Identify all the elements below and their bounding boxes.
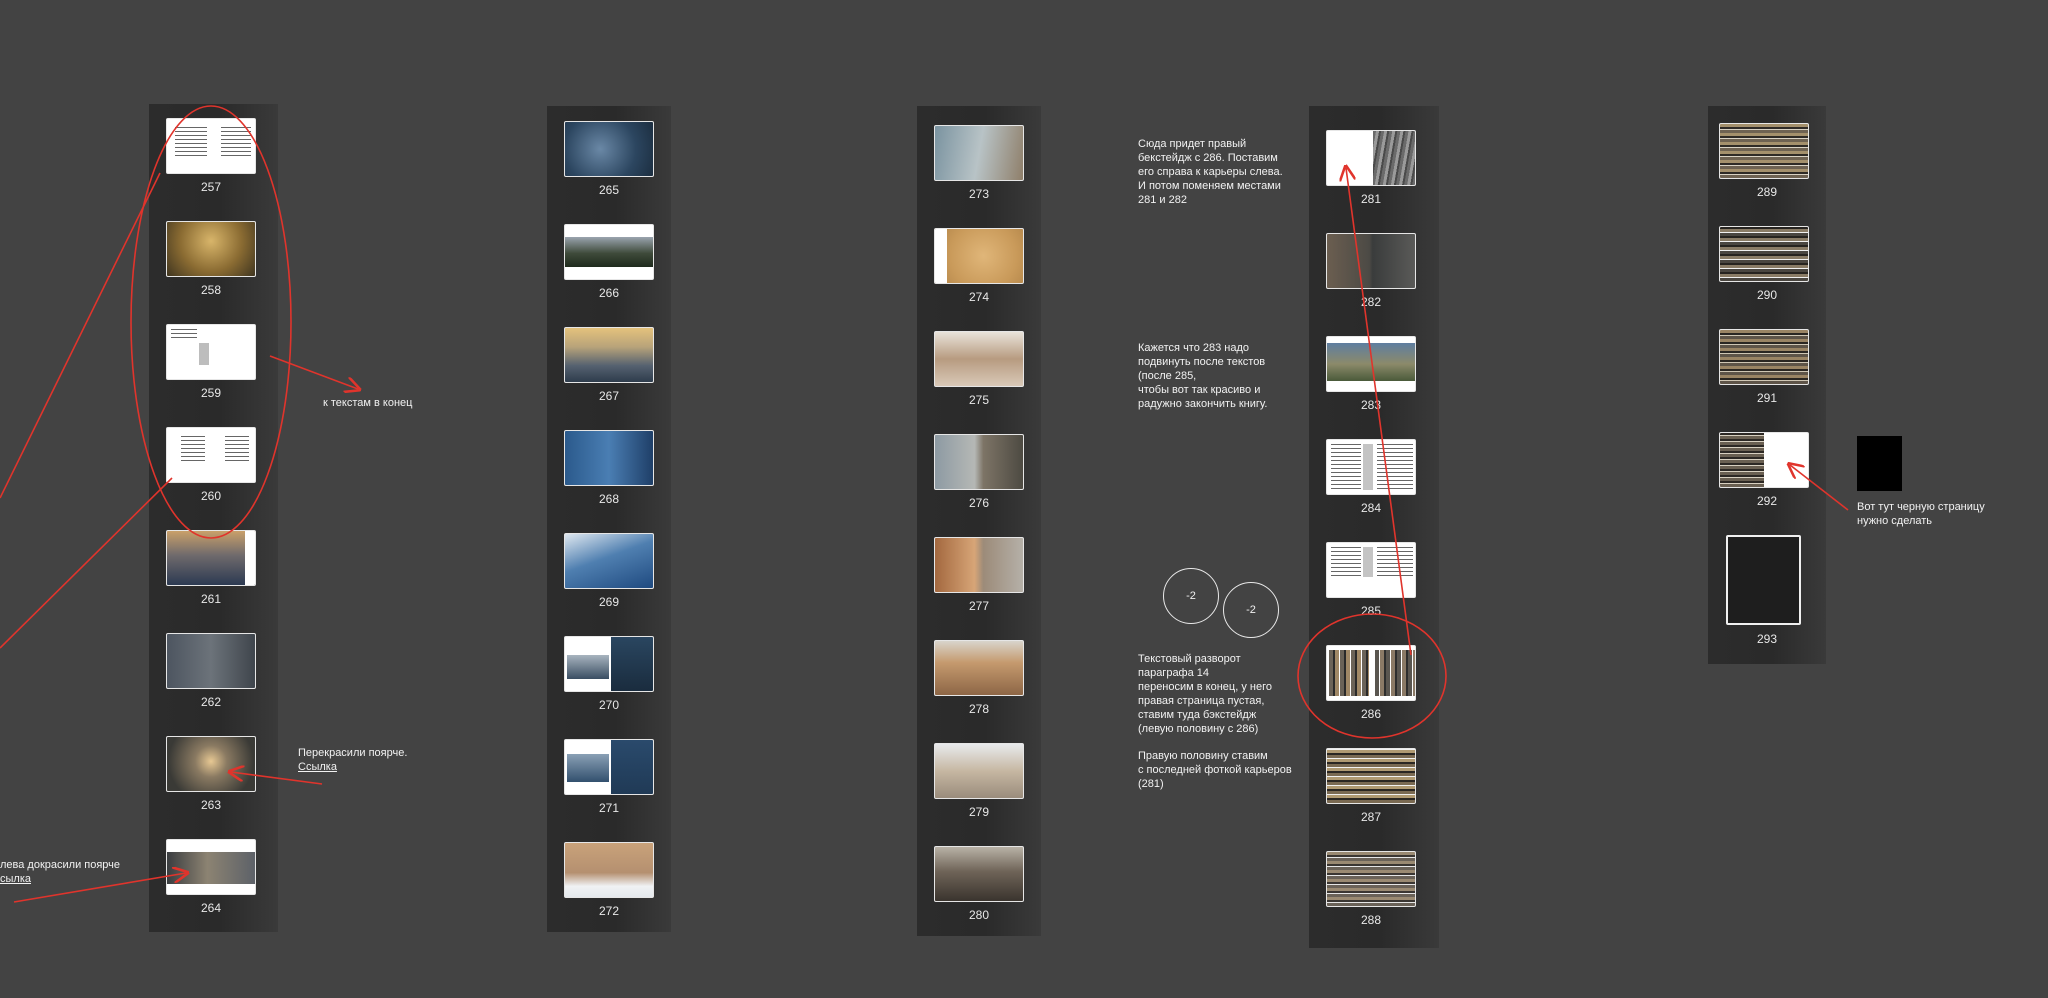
thumb-261 — [166, 530, 256, 586]
thumb-277 — [934, 537, 1024, 593]
link-left-recolored[interactable]: сылка — [0, 872, 31, 886]
note-backstage: Сюда придет правый бекстейдж с 286. Пост… — [1138, 138, 1283, 206]
thumb-293 — [1726, 535, 1801, 625]
page-number: 259 — [200, 386, 222, 400]
thumb-291 — [1719, 329, 1809, 385]
black-page-sample — [1857, 436, 1902, 491]
page-number: 258 — [200, 283, 222, 297]
thumb-275 — [934, 331, 1024, 387]
page-number: 271 — [598, 801, 620, 815]
counter-circle-a: -2 — [1163, 568, 1219, 624]
note-left-recolored: лева докрасили поярче — [0, 859, 121, 871]
note-to-end: к текстам в конец — [323, 397, 413, 409]
thumb-284 — [1326, 439, 1416, 495]
thumb-263 — [166, 736, 256, 792]
page-number: 277 — [968, 599, 990, 613]
thumb-270 — [564, 636, 654, 692]
thumb-269 — [564, 533, 654, 589]
thumb-265 — [564, 121, 654, 177]
page-number: 278 — [968, 702, 990, 716]
page-number: 266 — [598, 286, 620, 300]
page-number: 260 — [200, 489, 222, 503]
page-number: 282 — [1360, 295, 1382, 309]
page-number: 288 — [1360, 913, 1382, 927]
page-number: 257 — [200, 180, 222, 194]
page-number: 293 — [1756, 632, 1778, 646]
page-number: 265 — [598, 183, 620, 197]
page-number: 263 — [200, 798, 222, 812]
thumb-281 — [1326, 130, 1416, 186]
page-number: 267 — [598, 389, 620, 403]
page-number: 274 — [968, 290, 990, 304]
page-number: 268 — [598, 492, 620, 506]
page-column-2: 265 266 267 268 269 270 271 272 — [547, 106, 671, 932]
thumb-273 — [934, 125, 1024, 181]
thumb-279 — [934, 743, 1024, 799]
thumb-292 — [1719, 432, 1809, 488]
note-move-283: Кажется что 283 надо подвинуть после тек… — [1138, 342, 1268, 410]
thumb-272 — [564, 842, 654, 898]
note-black-page: Вот тут черную страницу нужно сделать — [1857, 501, 1985, 527]
thumb-274 — [934, 228, 1024, 284]
page-number: 272 — [598, 904, 620, 918]
page-number: 280 — [968, 908, 990, 922]
page-number: 284 — [1360, 501, 1382, 515]
thumb-280 — [934, 846, 1024, 902]
thumb-266 — [564, 224, 654, 280]
thumb-258 — [166, 221, 256, 277]
page-number: 269 — [598, 595, 620, 609]
page-column-5: 289 290 291 292 293 — [1708, 106, 1826, 664]
thumb-287 — [1326, 748, 1416, 804]
thumb-259 — [166, 324, 256, 380]
thumb-282 — [1326, 233, 1416, 289]
thumb-288 — [1326, 851, 1416, 907]
page-column-1: 257 258 259 260 261 262 263 264 — [149, 104, 278, 932]
thumb-283 — [1326, 336, 1416, 392]
counter-circle-b: -2 — [1223, 582, 1279, 638]
thumb-289 — [1719, 123, 1809, 179]
page-column-4: 281 282 283 284 285 286 287 288 — [1309, 106, 1439, 948]
page-number: 273 — [968, 187, 990, 201]
thumb-267 — [564, 327, 654, 383]
page-number: 291 — [1756, 391, 1778, 405]
note-text-spread: Текстовый разворот параграфа 14 переноси… — [1138, 653, 1272, 735]
page-number: 279 — [968, 805, 990, 819]
note-recolored: Перекрасили поярче. — [298, 747, 408, 759]
thumb-278 — [934, 640, 1024, 696]
thumb-257 — [166, 118, 256, 174]
thumb-260 — [166, 427, 256, 483]
page-number: 261 — [200, 592, 222, 606]
thumb-271 — [564, 739, 654, 795]
page-number: 264 — [200, 901, 222, 915]
page-number: 275 — [968, 393, 990, 407]
thumb-276 — [934, 434, 1024, 490]
thumb-268 — [564, 430, 654, 486]
thumb-285 — [1326, 542, 1416, 598]
thumb-264 — [166, 839, 256, 895]
thumb-262 — [166, 633, 256, 689]
page-number: 290 — [1756, 288, 1778, 302]
page-number: 262 — [200, 695, 222, 709]
thumb-286 — [1326, 645, 1416, 701]
page-number: 283 — [1360, 398, 1382, 412]
page-number: 276 — [968, 496, 990, 510]
page-number: 286 — [1360, 707, 1382, 721]
link-recolored[interactable]: Ссылка — [298, 760, 337, 774]
page-number: 287 — [1360, 810, 1382, 824]
page-number: 289 — [1756, 185, 1778, 199]
page-number: 281 — [1360, 192, 1382, 206]
thumb-290 — [1719, 226, 1809, 282]
note-right-half: Правую половину ставим с последней фотко… — [1138, 750, 1292, 790]
page-number: 292 — [1756, 494, 1778, 508]
page-number: 285 — [1360, 604, 1382, 618]
page-column-3: 273 274 275 276 277 278 279 280 — [917, 106, 1041, 936]
page-number: 270 — [598, 698, 620, 712]
